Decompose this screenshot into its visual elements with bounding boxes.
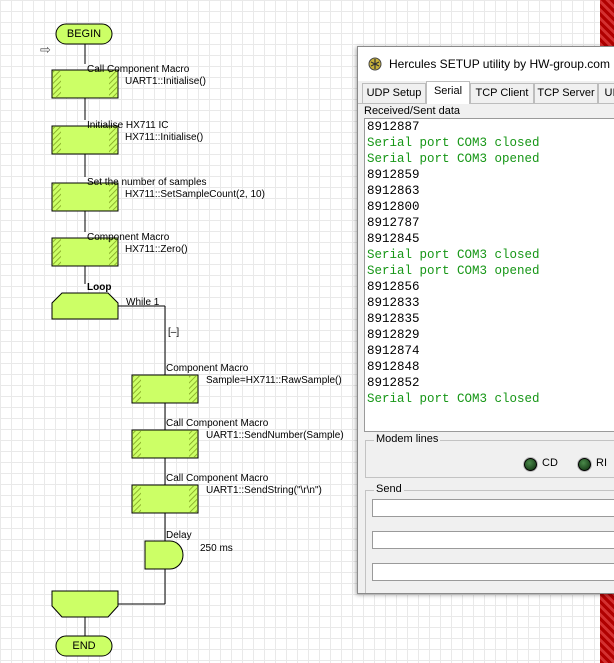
step-macro-1: UART1::Initialise() <box>125 76 206 87</box>
macro-block-3-hatch-left <box>53 184 61 210</box>
delay-value: 250 ms <box>200 543 233 554</box>
loop-start-block <box>51 292 119 320</box>
loop-macro-block-3-hatch-left <box>133 486 141 512</box>
macro-block-4-hatch-left <box>53 239 61 265</box>
status-line: Serial port COM3 opened <box>367 264 540 278</box>
data-line: 8912859 <box>367 168 420 182</box>
tab-ui[interactable]: UI <box>598 83 614 103</box>
step-macro-2: HX711::Initialise() <box>125 132 204 143</box>
data-line: 8912874 <box>367 344 420 358</box>
tab-bar: UDP SetupSerialTCP ClientTCP ServerUI <box>358 81 614 104</box>
start-marker-icon: ⇨ <box>40 42 51 57</box>
status-line: Serial port COM3 closed <box>367 136 540 150</box>
loop-step-label-3: Call Component Macro <box>166 473 269 484</box>
step-label-2: Initialise HX711 IC <box>87 120 169 131</box>
data-line: 8912800 <box>367 200 420 214</box>
ri-led-icon <box>578 458 591 471</box>
loop-macro-block-2-hatch-left <box>133 431 141 457</box>
loop-condition: While 1 <box>126 297 160 308</box>
data-line: 8912829 <box>367 328 420 342</box>
data-line: 8912845 <box>367 232 420 246</box>
begin-terminal-label: BEGIN <box>66 28 102 40</box>
loop-end-block <box>51 590 119 618</box>
tab-serial[interactable]: Serial <box>426 81 470 104</box>
ri-label: RI <box>596 457 607 469</box>
status-line: Serial port COM3 opened <box>367 152 540 166</box>
loop-macro-block-3 <box>131 484 199 514</box>
step-label-4: Component Macro <box>87 232 170 243</box>
tab-tcp-client[interactable]: TCP Client <box>470 83 534 103</box>
step-macro-4: HX711::Zero() <box>125 244 188 255</box>
end-terminal-label: END <box>72 640 96 652</box>
step-label-1: Call Component Macro <box>87 64 190 75</box>
send-input-2[interactable] <box>372 531 614 549</box>
loop-step-macro-3: UART1::SendString("\r\n") <box>206 485 322 496</box>
send-label: Send <box>374 483 404 495</box>
loop-collapse-toggle: [–] <box>168 327 180 338</box>
loop-step-macro-1: Sample=HX711::RawSample() <box>206 375 342 386</box>
data-line: 8912833 <box>367 296 420 310</box>
send-input-3[interactable] <box>372 563 614 581</box>
loop-macro-block-3-hatch-right <box>189 486 197 512</box>
data-line: 8912787 <box>367 216 420 230</box>
loop-step-macro-2: UART1::SendNumber(Sample) <box>206 430 344 441</box>
tab-udp-setup[interactable]: UDP Setup <box>362 83 426 103</box>
red-background-strip-bottom <box>600 592 614 663</box>
data-line: 8912863 <box>367 184 420 198</box>
status-line: Serial port COM3 closed <box>367 392 540 406</box>
window-titlebar[interactable]: Hercules SETUP utility by HW-group.com <box>358 47 614 81</box>
send-group: Send <box>365 483 614 593</box>
macro-block-1-hatch-left <box>53 71 61 97</box>
loop-macro-block-1-hatch-right <box>189 376 197 402</box>
send-input-1[interactable] <box>372 499 614 517</box>
data-line: 8912887 <box>367 120 420 134</box>
delay-block <box>144 540 184 570</box>
loop-step-label-2: Call Component Macro <box>166 418 269 429</box>
loop-macro-block-1-hatch-left <box>133 376 141 402</box>
received-sent-label: Received/Sent data <box>364 105 461 117</box>
modem-lines-group: Modem lines CD RI <box>365 433 614 478</box>
delay-label: Delay <box>166 530 192 541</box>
received-data-textbox[interactable]: 8912887 Serial port COM3 closed Serial por… <box>364 118 614 432</box>
cd-led-icon <box>524 458 537 471</box>
data-line: 8912852 <box>367 376 420 390</box>
data-line: 8912835 <box>367 312 420 326</box>
hercules-app-icon <box>368 57 382 71</box>
data-line: 8912856 <box>367 280 420 294</box>
status-line: Serial port COM3 closed <box>367 248 540 262</box>
tab-tcp-server[interactable]: TCP Server <box>534 83 598 103</box>
cd-label: CD <box>542 457 558 469</box>
step-macro-3: HX711::SetSampleCount(2, 10) <box>125 189 265 200</box>
loop-macro-block-2-hatch-right <box>189 431 197 457</box>
loop-step-label-1: Component Macro <box>166 363 249 374</box>
macro-block-2-hatch-left <box>53 127 61 153</box>
data-line: 8912848 <box>367 360 420 374</box>
step-label-3: Set the number of samples <box>87 177 207 188</box>
loop-macro-block-1 <box>131 374 199 404</box>
modem-lines-label: Modem lines <box>374 433 441 445</box>
red-background-strip <box>600 0 614 50</box>
window-title: Hercules SETUP utility by HW-group.com <box>389 57 610 71</box>
hercules-window[interactable]: Hercules SETUP utility by HW-group.com U… <box>357 46 614 594</box>
loop-macro-block-2 <box>131 429 199 459</box>
loop-label: Loop <box>87 282 112 293</box>
